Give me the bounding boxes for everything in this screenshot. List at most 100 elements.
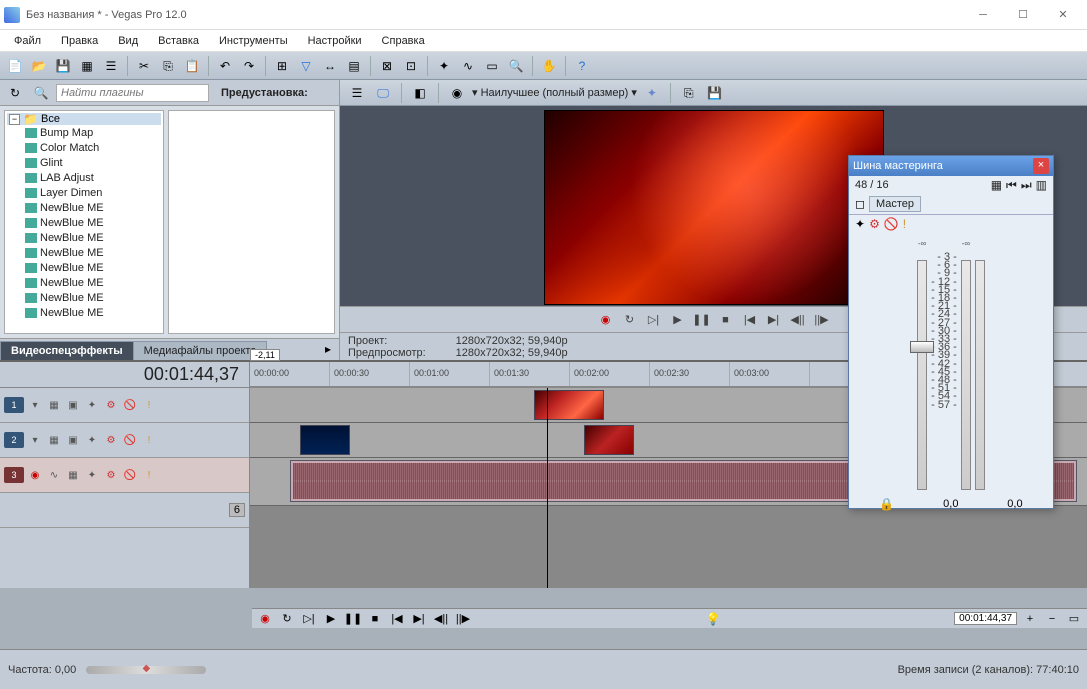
menu-edit[interactable]: Правка <box>51 33 108 49</box>
loop-button[interactable]: ↻ <box>620 310 640 330</box>
go-start-button[interactable]: |◀ <box>740 310 760 330</box>
bus-mute-icon[interactable]: 🚫 <box>884 218 899 230</box>
next-bus-icon[interactable]: ⏭ <box>1021 179 1032 191</box>
track-fx-icon[interactable]: ✦ <box>84 397 100 413</box>
external-monitor-icon[interactable]: 🖵 <box>372 82 394 104</box>
scrub-control[interactable] <box>86 666 206 674</box>
marker-icon[interactable]: ▽ <box>295 55 317 77</box>
tl-go-end-button[interactable]: ▶| <box>410 610 428 628</box>
save-snapshot-icon[interactable]: 💾 <box>704 82 726 104</box>
track-motion-icon[interactable]: ▣ <box>65 397 81 413</box>
bus-fx-icon[interactable]: ✦ <box>855 218 865 230</box>
plugin-item[interactable]: Bump Map <box>7 125 161 140</box>
new-icon[interactable]: 📄 <box>4 55 26 77</box>
tab-video-fx[interactable]: Видеоспецэффекты <box>0 341 134 360</box>
split-screen-icon[interactable]: ◧ <box>409 82 431 104</box>
track-header-rate[interactable]: 6 <box>0 493 249 528</box>
menu-settings[interactable]: Настройки <box>298 33 372 49</box>
master-label[interactable]: Мастер <box>869 196 921 212</box>
save-icon[interactable]: 💾 <box>52 55 74 77</box>
bypass-fx-icon[interactable]: ▦ <box>46 397 62 413</box>
close-button[interactable]: ✕ <box>1043 2 1083 28</box>
stop-button[interactable]: ■ <box>716 310 736 330</box>
play-start-button[interactable]: ▷| <box>644 310 664 330</box>
tl-play-start-button[interactable]: ▷| <box>300 610 318 628</box>
mastering-titlebar[interactable]: Шина мастеринга × <box>849 156 1053 176</box>
go-end-button[interactable]: ▶| <box>764 310 784 330</box>
timecode-display[interactable]: 00:01:44,37 <box>144 364 239 385</box>
overlays-icon[interactable]: ✦ <box>641 82 663 104</box>
envelope-icon[interactable]: ∿ <box>457 55 479 77</box>
record-button[interactable]: ◉ <box>596 310 616 330</box>
downmix-icon[interactable]: ◻ <box>855 198 865 210</box>
video-clip-1[interactable] <box>534 390 604 420</box>
select-icon[interactable]: ▭ <box>481 55 503 77</box>
zoom-icon[interactable]: 🔍 <box>505 55 527 77</box>
plugin-item[interactable]: NewBlue ME <box>7 245 161 260</box>
menu-file[interactable]: Файл <box>4 33 51 49</box>
zoom-fit-icon[interactable]: ▭ <box>1065 610 1083 628</box>
tl-prev-frame-button[interactable]: ◀|| <box>432 610 450 628</box>
tl-pause-button[interactable]: ❚❚ <box>344 610 362 628</box>
properties-icon[interactable]: ☰ <box>100 55 122 77</box>
track-header-video-2[interactable]: 2 ▾ ▦ ▣ ✦ ⚙ 🚫 ! <box>0 423 249 458</box>
mute-icon[interactable]: 🚫 <box>122 397 138 413</box>
undo-icon[interactable]: ↶ <box>214 55 236 77</box>
prev-frame-button[interactable]: ◀|| <box>788 310 808 330</box>
playhead[interactable] <box>547 388 548 588</box>
tl-play-button[interactable]: ▶ <box>322 610 340 628</box>
copy-snapshot-icon[interactable]: ⎘ <box>678 82 700 104</box>
zoom-out-icon[interactable]: − <box>1043 610 1061 628</box>
track-header-audio-3[interactable]: 3 ◉ ∿ ▦ ✦ ⚙ 🚫 ! <box>0 458 249 493</box>
lock-fader-icon[interactable]: 🔒 <box>879 498 894 510</box>
copy-icon[interactable]: ⎘ <box>157 55 179 77</box>
play-button[interactable]: ▶ <box>668 310 688 330</box>
open-icon[interactable]: 📂 <box>28 55 50 77</box>
paste-icon[interactable]: 📋 <box>181 55 203 77</box>
plugin-item[interactable]: LAB Adjust <box>7 170 161 185</box>
video-clip-2b[interactable] <box>584 425 634 455</box>
plugin-item[interactable]: NewBlue ME <box>7 275 161 290</box>
maximize-button[interactable]: ☐ <box>1003 2 1043 28</box>
tl-loop-button[interactable]: ↻ <box>278 610 296 628</box>
autoripple-icon[interactable]: ▤ <box>343 55 365 77</box>
quality-label[interactable]: ▾ Наилучшее (полный размер) ▾ <box>472 86 637 99</box>
plugin-search-input[interactable] <box>56 84 209 102</box>
dim-icon[interactable]: ▥ <box>1036 179 1047 191</box>
arm-record-icon[interactable]: ◉ <box>27 467 43 483</box>
mastering-close-button[interactable]: × <box>1033 158 1049 174</box>
prev-bus-icon[interactable]: ⏮ <box>1006 179 1017 191</box>
ripple-icon[interactable]: ↔ <box>319 55 341 77</box>
tl-timecode[interactable]: 00:01:44,37 <box>954 612 1017 625</box>
track-level-icon[interactable]: ▾ <box>27 397 43 413</box>
render-icon[interactable]: ▦ <box>76 55 98 77</box>
tl-record-button[interactable]: ◉ <box>256 610 274 628</box>
pause-button[interactable]: ❚❚ <box>692 310 712 330</box>
redo-icon[interactable]: ↷ <box>238 55 260 77</box>
tl-next-frame-button[interactable]: ||▶ <box>454 610 472 628</box>
mastering-bus-window[interactable]: Шина мастеринга × 48 / 16 ▦ ⏮ ⏭ ▥ ◻ Маст… <box>848 155 1054 509</box>
lock-icon[interactable]: ⊠ <box>376 55 398 77</box>
menu-insert[interactable]: Вставка <box>148 33 209 49</box>
minimize-button[interactable]: ─ <box>963 2 1003 28</box>
plugin-item[interactable]: NewBlue ME <box>7 260 161 275</box>
bus-solo-icon[interactable]: ! <box>903 218 906 230</box>
group-icon[interactable]: ⊡ <box>400 55 422 77</box>
cut-icon[interactable]: ✂ <box>133 55 155 77</box>
fader-track[interactable] <box>917 260 927 490</box>
refresh-plugins-icon[interactable]: ↻ <box>4 82 26 104</box>
plugin-item[interactable]: Layer Dimen <box>7 185 161 200</box>
tab-project-media[interactable]: Медиафайлы проекта <box>133 341 268 360</box>
menu-help[interactable]: Справка <box>372 33 435 49</box>
menu-tools[interactable]: Инструменты <box>209 33 298 49</box>
next-frame-button[interactable]: ||▶ <box>812 310 832 330</box>
plugin-item[interactable]: Glint <box>7 155 161 170</box>
snap-icon[interactable]: ⊞ <box>271 55 293 77</box>
help-icon[interactable]: ? <box>571 55 593 77</box>
pan-icon[interactable]: ✋ <box>538 55 560 77</box>
tl-stop-button[interactable]: ■ <box>366 610 384 628</box>
bus-automation-icon[interactable]: ⚙ <box>869 218 880 230</box>
track-header-video-1[interactable]: 1 ▾ ▦ ▣ ✦ ⚙ 🚫 ! <box>0 388 249 423</box>
bulb-icon[interactable]: 💡 <box>706 613 721 625</box>
search-icon[interactable]: 🔍 <box>30 82 52 104</box>
